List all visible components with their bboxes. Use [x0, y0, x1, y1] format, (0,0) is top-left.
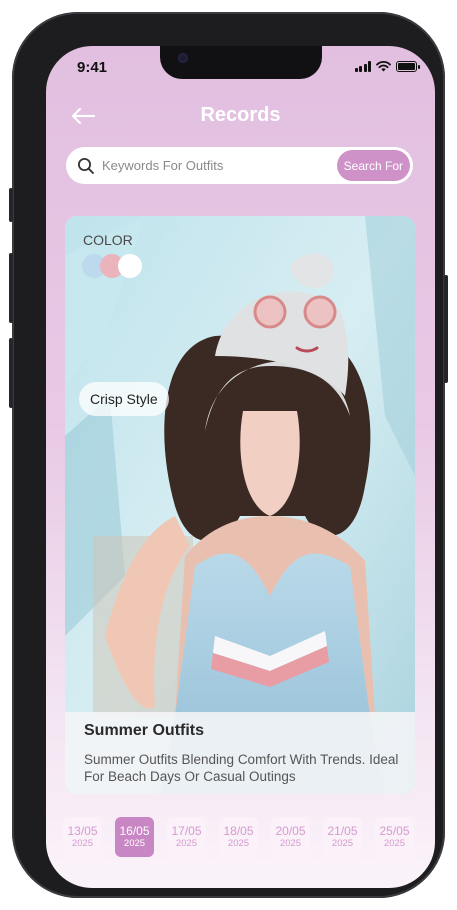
date-year: 2025: [383, 838, 406, 849]
date-day: 21/05: [327, 824, 358, 838]
power-button: [444, 275, 448, 383]
volume-down-button: [9, 338, 13, 408]
date-day: 16/05: [119, 824, 150, 838]
date-day: 13/05: [67, 824, 98, 838]
date-item[interactable]: 20/05 2025: [271, 817, 310, 857]
date-day: 25/05: [379, 824, 410, 838]
search-icon: [78, 157, 94, 174]
search-bar: Search For: [66, 147, 413, 184]
date-year: 2025: [331, 838, 354, 849]
notch: [160, 46, 322, 79]
camera: [178, 53, 188, 63]
style-tag[interactable]: Crisp Style: [79, 382, 169, 416]
mute-switch: [9, 188, 13, 222]
date-selector: 13/05 2025 16/05 2025 17/05 2025 18/05 2025 …: [63, 817, 419, 857]
color-swatches: [82, 254, 152, 280]
status-time: 9:41: [77, 59, 108, 76]
color-swatch[interactable]: [118, 254, 142, 278]
card-info-panel: Summer Outfits Summer Outfits Blending C…: [65, 712, 415, 794]
date-item[interactable]: 13/05 2025: [63, 817, 102, 857]
date-year: 2025: [227, 838, 250, 849]
volume-up-button: [9, 253, 13, 323]
date-item[interactable]: 21/05 2025: [323, 817, 362, 857]
status-icons: [354, 61, 420, 72]
date-year: 2025: [279, 838, 302, 849]
date-day: 17/05: [171, 824, 202, 838]
battery-icon: [396, 61, 420, 72]
search-input[interactable]: [102, 158, 322, 173]
wifi-icon: [376, 61, 391, 72]
date-day: 20/05: [275, 824, 306, 838]
signal-icon: [354, 61, 371, 72]
search-button[interactable]: Search For: [336, 150, 410, 181]
page-title: Records: [200, 104, 281, 126]
date-year: 2025: [175, 838, 198, 849]
card-description: Summer Outfits Blending Comfort With Tre…: [84, 752, 399, 784]
date-item[interactable]: 18/05 2025: [219, 817, 258, 857]
screen: 9:41 Records Search For: [46, 46, 435, 888]
date-year: 2025: [123, 838, 146, 849]
date-day: 18/05: [223, 824, 254, 838]
outfit-card[interactable]: COLOR Crisp Style Summer Outfits Summer …: [65, 216, 415, 794]
phone-frame: 9:41 Records Search For: [9, 12, 448, 898]
card-title: Summer Outfits: [84, 722, 205, 739]
date-item[interactable]: 17/05 2025: [167, 817, 206, 857]
color-label: COLOR: [83, 232, 133, 248]
date-item[interactable]: 25/05 2025: [375, 817, 414, 857]
date-item[interactable]: 16/05 2025: [115, 817, 154, 857]
date-year: 2025: [71, 838, 94, 849]
outfit-photo: [65, 216, 415, 794]
